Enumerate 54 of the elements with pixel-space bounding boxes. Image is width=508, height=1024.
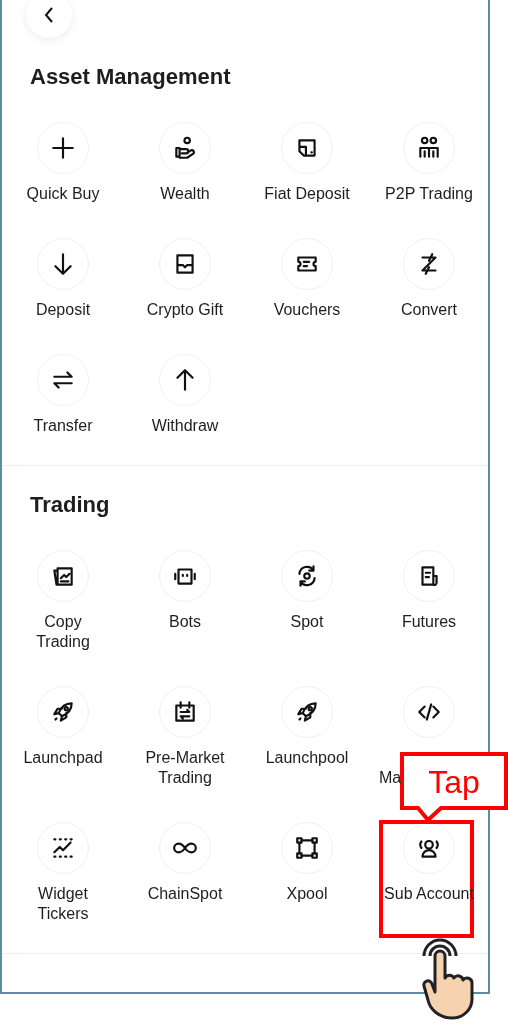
icon-button[interactable] [281,822,333,874]
item-label[interactable]: Crypto Gift [138,300,232,320]
item-label[interactable]: Copy Trading [16,612,110,652]
item-label[interactable]: Launchpad [16,748,110,768]
icon-button[interactable] [403,122,455,174]
icon-button[interactable] [281,238,333,290]
trend-chart-icon [50,835,76,861]
item-label[interactable]: Deposit [16,300,110,320]
item-label[interactable]: Quick Buy [16,184,110,204]
item-label[interactable]: Spot [260,612,354,632]
rocket-icon [294,699,320,725]
calendar-icon [172,699,198,725]
vector-square-icon [294,835,320,861]
item-label[interactable]: Convert [382,300,476,320]
icon-button[interactable] [37,122,89,174]
item-label[interactable]: Wealth [138,184,232,204]
icon-button[interactable] [281,686,333,738]
item-label[interactable]: Transfer [16,416,110,436]
people-icon [416,135,442,161]
icon-button[interactable] [403,686,455,738]
icon-button[interactable] [159,122,211,174]
icon-button[interactable] [281,122,333,174]
item-label[interactable]: ChainSpot [138,884,232,904]
item-label[interactable]: Futures [382,612,476,632]
item-label[interactable]: Widget Tickers [16,884,110,924]
item-label[interactable]: Vouchers [260,300,354,320]
icon-button[interactable] [37,822,89,874]
section-title: Asset Management [30,63,232,91]
section-title: Trading [30,491,111,519]
item-label[interactable]: Pre-Market Trading [138,748,232,788]
icon-button[interactable] [37,550,89,602]
icon-button[interactable] [37,686,89,738]
plus-icon [50,135,76,161]
item-label[interactable]: Fiat Deposit [260,184,354,204]
icon-button[interactable] [159,238,211,290]
icon-button[interactable] [159,550,211,602]
icon-button[interactable] [159,686,211,738]
back-icon [44,7,54,23]
item-label[interactable]: Xpool [260,884,354,904]
icon-button[interactable] [281,550,333,602]
icon-button[interactable] [403,550,455,602]
icon-button[interactable] [37,238,89,290]
icon-button[interactable] [37,354,89,406]
item-label[interactable]: Bots [138,612,232,632]
item-label[interactable]: P2P Trading [382,184,476,204]
icon-button[interactable] [403,822,455,874]
icon-button[interactable] [159,354,211,406]
back-button[interactable] [26,0,72,38]
item-label[interactable]: Launchpool [260,748,354,768]
item-label[interactable]: Withdraw [138,416,232,436]
icon-button[interactable] [159,822,211,874]
icon-button[interactable] [403,238,455,290]
hand-coin-icon [172,135,198,161]
rocket-icon [50,699,76,725]
